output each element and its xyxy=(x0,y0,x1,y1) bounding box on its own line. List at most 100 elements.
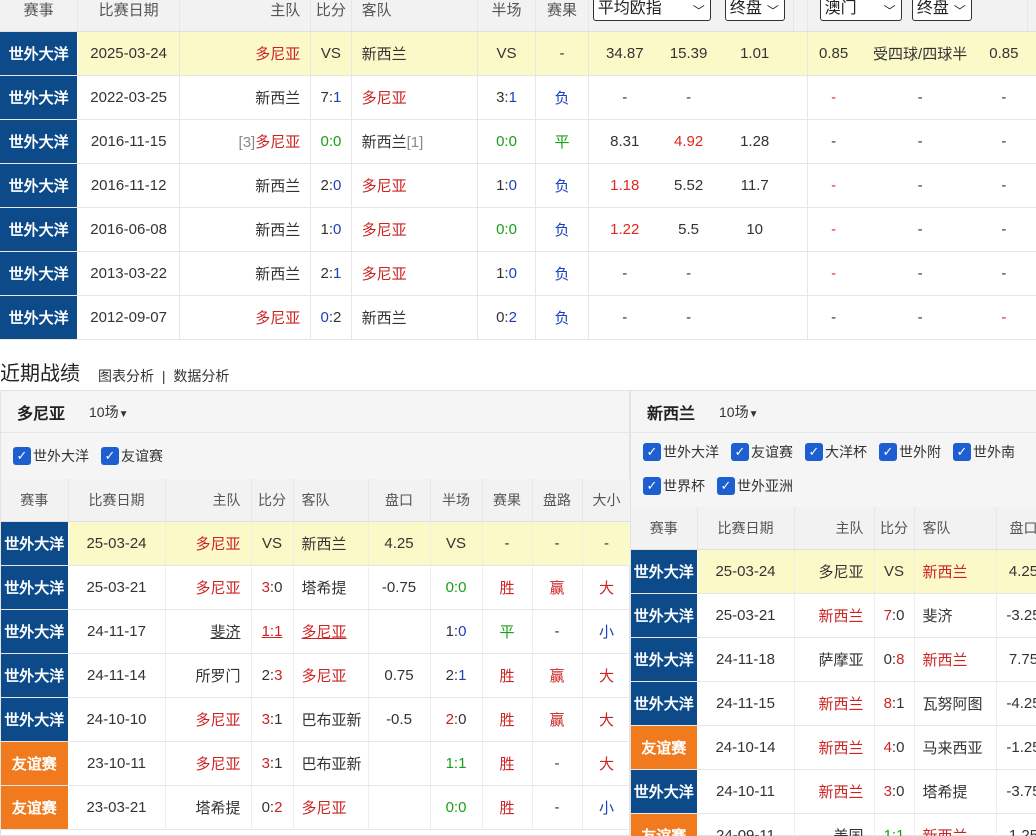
odds-o3: 1.28 xyxy=(716,119,794,164)
league-badge[interactable]: 世外大洋 xyxy=(0,207,79,252)
away-team[interactable]: 新西兰 xyxy=(914,549,997,594)
recent-row: 友谊赛 23-03-21 塔希提 0:2 多尼亚 0:0 胜 - 小 xyxy=(1,785,632,830)
home-team[interactable]: 斐济 xyxy=(165,609,252,654)
league-badge[interactable]: 世外大洋 xyxy=(631,681,698,726)
away-recent-table: 赛事 比赛日期 主队 比分 客队 盘口 世外大洋 25-03-24 多尼亚 VS 新西兰 4.25 世… xyxy=(631,507,1036,836)
away-team[interactable]: 巴布亚新 xyxy=(293,741,369,786)
home-team[interactable]: 新西兰 xyxy=(794,725,875,770)
home-team[interactable]: 多尼亚 xyxy=(165,741,252,786)
home-count-select[interactable]: 10场▼ xyxy=(89,402,128,422)
away-team-name[interactable]: 多尼亚 xyxy=(362,90,407,107)
half-score: 1:0 xyxy=(430,609,483,654)
filter-checkbox[interactable]: ✓ 友谊赛 xyxy=(731,435,793,469)
filter-checkbox[interactable]: ✓ 世外南 xyxy=(953,435,1015,469)
home-team[interactable]: 多尼亚 xyxy=(165,521,252,566)
recent-col-header: 半场 xyxy=(430,479,483,522)
away-panel-header: 新西兰 10场▼ xyxy=(631,391,1036,433)
away-team-name[interactable]: 多尼亚 xyxy=(362,178,407,195)
home-team-name[interactable]: 新西兰 xyxy=(255,222,300,239)
home-goals: 2 xyxy=(320,176,329,194)
home-team-name[interactable]: 多尼亚 xyxy=(255,46,300,63)
away-team-name[interactable]: 新西兰 xyxy=(362,134,407,151)
home-team[interactable]: 多尼亚 xyxy=(165,565,252,610)
filter-checkbox[interactable]: ✓ 大洋杯 xyxy=(805,435,867,469)
odds-o2: 5.5 xyxy=(660,207,717,252)
league-badge[interactable]: 友谊赛 xyxy=(1,741,69,786)
home-team[interactable]: 新西兰 xyxy=(794,769,875,814)
league-badge[interactable]: 世外大洋 xyxy=(0,31,79,76)
league-badge[interactable]: 世外大洋 xyxy=(0,251,79,296)
league-badge[interactable]: 世外大洋 xyxy=(1,565,69,610)
league-badge[interactable]: 世外大洋 xyxy=(0,119,79,164)
handicap-h2: - xyxy=(980,75,1028,120)
home-team-name[interactable]: 多尼亚 xyxy=(255,134,300,151)
away-team[interactable]: 多尼亚 xyxy=(293,785,369,830)
league-badge[interactable]: 世外大洋 xyxy=(0,75,79,120)
home-team-name[interactable]: 多尼亚 xyxy=(255,310,300,327)
league-badge[interactable]: 世外大洋 xyxy=(1,653,69,698)
away-team[interactable]: 塔希提 xyxy=(293,565,369,610)
away-team[interactable]: 塔希提 xyxy=(914,769,997,814)
league-badge[interactable]: 友谊赛 xyxy=(631,813,698,836)
away-team[interactable]: 多尼亚 xyxy=(293,653,369,698)
away-team[interactable]: 新西兰 xyxy=(293,521,369,566)
away-team-name: 新西兰 xyxy=(647,405,696,423)
away-team-name[interactable]: 多尼亚 xyxy=(362,222,407,239)
home-team[interactable]: 多尼亚 xyxy=(794,549,875,594)
filter-checkbox[interactable]: ✓ 世外大洋 xyxy=(643,435,719,469)
home-rank: [3] xyxy=(238,133,256,151)
away-team-name[interactable]: 新西兰 xyxy=(362,46,407,63)
home-recent-header: 赛事 比赛日期 主队 比分 客队 盘口 半场 赛果 盘路 大小 xyxy=(1,479,632,522)
data-analysis-link[interactable]: 数据分析 xyxy=(173,368,229,384)
home-team[interactable]: 所罗门 xyxy=(165,653,252,698)
league-badge[interactable]: 友谊赛 xyxy=(1,785,69,830)
home-team[interactable]: 萨摩亚 xyxy=(794,637,875,682)
league-badge[interactable]: 世外大洋 xyxy=(631,593,698,638)
home-team[interactable]: 新西兰 xyxy=(794,681,875,726)
handicap-type-select[interactable]: 终盘 ﹀ xyxy=(911,0,972,22)
away-team[interactable]: 新西兰 xyxy=(914,813,997,836)
league-badge[interactable]: 世外大洋 xyxy=(631,549,698,594)
away-count-select[interactable]: 10场▼ xyxy=(719,402,758,422)
league-badge[interactable]: 世外大洋 xyxy=(631,637,698,682)
home-team[interactable]: 塔希提 xyxy=(165,785,252,830)
filter-checkbox[interactable]: ✓ 世界杯 xyxy=(643,469,705,503)
league-badge[interactable]: 世外大洋 xyxy=(631,769,698,814)
home-team-name[interactable]: 新西兰 xyxy=(255,90,300,107)
filter-checkbox[interactable]: ✓ 世外附 xyxy=(879,435,941,469)
league-badge[interactable]: 世外大洋 xyxy=(0,163,79,208)
odds-company-select[interactable]: 平均欧指 ﹀ xyxy=(592,0,711,22)
handicap-road: 赢 xyxy=(532,697,583,742)
away-team[interactable]: 瓦努阿图 xyxy=(914,681,997,726)
home-team-name[interactable]: 新西兰 xyxy=(255,266,300,283)
match-date: 25-03-24 xyxy=(68,521,166,566)
filter-checkbox[interactable]: ✓ 世外大洋 xyxy=(13,439,89,473)
away-team-name[interactable]: 新西兰 xyxy=(362,310,407,327)
home-team[interactable]: 新西兰 xyxy=(794,593,875,638)
league-badge[interactable]: 世外大洋 xyxy=(1,609,69,654)
league-badge[interactable]: 友谊赛 xyxy=(631,725,698,770)
filter-checkbox[interactable]: ✓ 世外亚洲 xyxy=(717,469,793,503)
league-badge[interactable]: 世外大洋 xyxy=(1,697,69,742)
home-team[interactable]: 美国 xyxy=(794,813,875,836)
home-team[interactable]: 多尼亚 xyxy=(165,697,252,742)
home-team-name[interactable]: 新西兰 xyxy=(255,178,300,195)
home-goals: 1 xyxy=(320,220,329,238)
score-vs: VS xyxy=(883,562,904,580)
away-team[interactable]: 新西兰 xyxy=(914,637,997,682)
league-badge[interactable]: 世外大洋 xyxy=(1,521,69,566)
away-team-name[interactable]: 多尼亚 xyxy=(362,266,407,283)
handicap-company-select[interactable]: 澳门 ﹀ xyxy=(819,0,902,22)
recent-col-header: 比分 xyxy=(251,479,294,522)
home-team: 新西兰 xyxy=(179,163,312,208)
away-team[interactable]: 马来西亚 xyxy=(914,725,997,770)
away-team[interactable]: 多尼亚 xyxy=(293,609,369,654)
checkmark-icon: ✓ xyxy=(731,443,749,461)
recent-row: 世外大洋25-03-21新西兰7:0斐济-3.25 xyxy=(631,593,1036,638)
chart-analysis-link[interactable]: 图表分析 xyxy=(98,368,154,384)
odds-type-select[interactable]: 终盘 ﹀ xyxy=(724,0,785,22)
away-team[interactable]: 巴布亚新 xyxy=(293,697,369,742)
away-team[interactable]: 斐济 xyxy=(914,593,997,638)
filter-checkbox[interactable]: ✓ 友谊赛 xyxy=(101,439,163,473)
league-badge[interactable]: 世外大洋 xyxy=(0,295,79,340)
